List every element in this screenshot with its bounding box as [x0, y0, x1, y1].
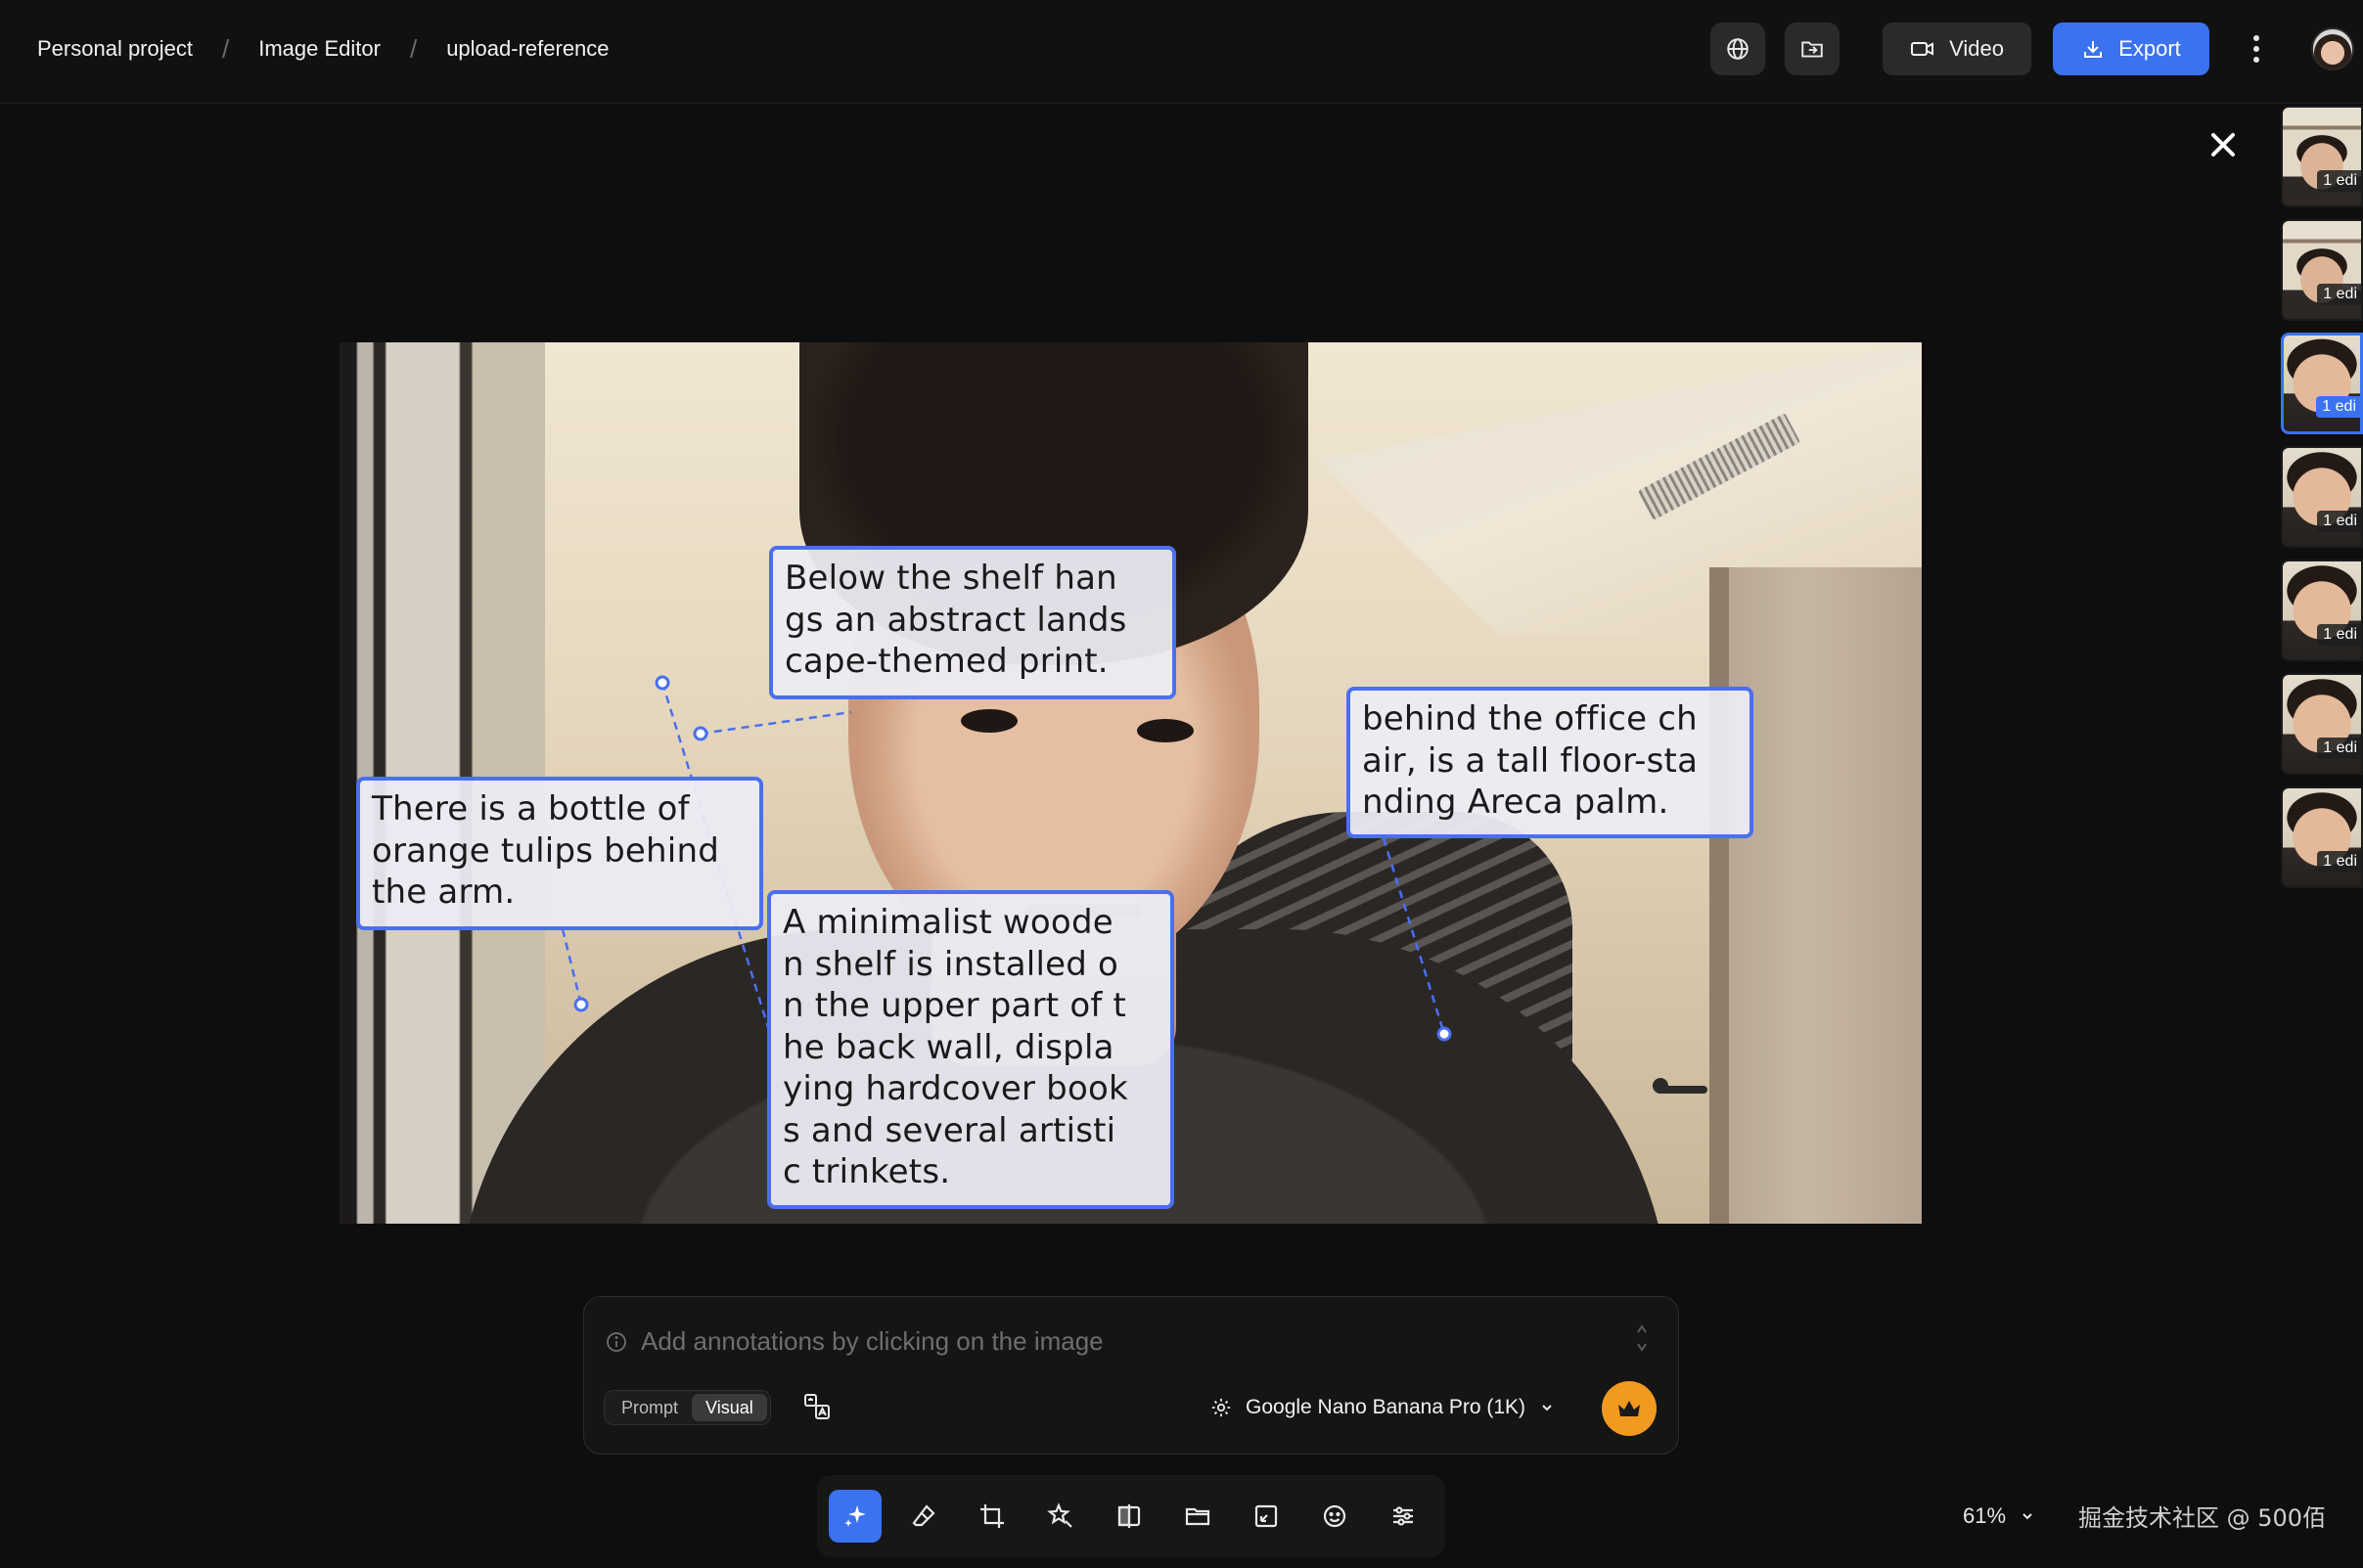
compare-icon: [1117, 1504, 1141, 1528]
tool-ai-annotate[interactable]: [829, 1490, 882, 1543]
history-thumbnail[interactable]: 1 edi: [2281, 446, 2363, 548]
tool-compare[interactable]: [1103, 1490, 1156, 1543]
tool-adjustments[interactable]: [1377, 1490, 1430, 1543]
video-button-label: Video: [1949, 36, 2004, 61]
crown-icon: [1618, 1401, 1640, 1416]
photo-person-mouth: [1024, 905, 1142, 918]
globe-icon: [1727, 38, 1749, 60]
breadcrumb-upload-reference[interactable]: upload-reference: [446, 36, 609, 62]
history-thumbnail[interactable]: 1 edi: [2281, 333, 2363, 434]
export-button-label: Export: [2118, 36, 2181, 61]
photo-door-frame: [1709, 567, 1729, 1224]
model-selector[interactable]: Google Nano Banana Pro (1K): [1210, 1391, 1555, 1424]
thumbnail-edit-count: 1 edi: [2317, 851, 2361, 873]
history-thumbnail[interactable]: 1 edi: [2281, 786, 2363, 888]
language-button[interactable]: [1710, 22, 1765, 75]
video-button[interactable]: Video: [1883, 22, 2031, 75]
thumbnail-edit-count: 1 edi: [2317, 624, 2361, 646]
translate-icon[interactable]: [801, 1391, 833, 1422]
dot-icon: [2253, 57, 2259, 63]
photo-person-eye: [1137, 719, 1194, 742]
image-editor-app: Personal project / Image Editor / upload…: [0, 0, 2363, 1568]
history-thumbnail[interactable]: 1 edi: [2281, 560, 2363, 661]
model-name: Google Nano Banana Pro (1K): [1246, 1396, 1526, 1418]
close-icon: [2211, 133, 2235, 157]
tool-magic-edit[interactable]: [1034, 1490, 1087, 1543]
export-button[interactable]: Export: [2053, 22, 2209, 75]
info-icon: [607, 1331, 626, 1352]
close-button[interactable]: [2204, 125, 2243, 164]
user-avatar[interactable]: [2311, 27, 2354, 70]
photo-window: [340, 342, 545, 1224]
thumbnail-edit-count: 1 edi: [2317, 170, 2361, 192]
sliders-icon: [1393, 1506, 1413, 1526]
breadcrumb: Personal project / Image Editor / upload…: [37, 0, 610, 98]
photo-door-handle: [1659, 1086, 1707, 1094]
chevron-down-icon: [2022, 1513, 2032, 1520]
zoom-control[interactable]: 61%: [1963, 1501, 2035, 1531]
folder-icon: [1185, 1507, 1210, 1526]
mode-prompt-tab[interactable]: Prompt: [608, 1394, 692, 1421]
history-thumbnail[interactable]: 1 edi: [2281, 673, 2363, 775]
folder-import-icon: [1801, 41, 1823, 58]
image-canvas[interactable]: [340, 342, 1922, 1224]
resize-icon: [1254, 1504, 1278, 1528]
breadcrumb-separator: /: [221, 33, 230, 64]
tool-face[interactable]: [1308, 1490, 1361, 1543]
zoom-level: 61%: [1963, 1503, 2007, 1528]
top-header: Personal project / Image Editor / upload…: [0, 0, 2363, 104]
tool-bar: [817, 1475, 1445, 1557]
history-thumbnail[interactable]: 1 edi: [2281, 219, 2363, 321]
dot-icon: [2253, 46, 2259, 52]
prompt-input[interactable]: Add annotations by clicking on the image: [606, 1326, 1104, 1357]
breadcrumb-image-editor[interactable]: Image Editor: [258, 36, 381, 62]
prompt-placeholder: Add annotations by clicking on the image: [641, 1326, 1104, 1356]
tool-resize[interactable]: [1240, 1490, 1293, 1543]
gear-icon: [1211, 1398, 1231, 1417]
breadcrumb-separator: /: [409, 33, 418, 64]
watermark: 掘金技术社区 @ 500佰: [2078, 1504, 2327, 1532]
breadcrumb-personal-project[interactable]: Personal project: [37, 36, 193, 62]
thumbnail-edit-count: 1 edi: [2317, 284, 2361, 305]
mode-visual-tab[interactable]: Visual: [692, 1394, 767, 1421]
history-thumbnail[interactable]: 1 edi: [2281, 106, 2363, 207]
eraser-icon: [912, 1504, 935, 1527]
photo-person-hair: [799, 342, 1308, 665]
video-camera-icon: [1911, 42, 1934, 56]
expand-arrows-icon[interactable]: [1635, 1321, 1649, 1356]
tool-open-folder[interactable]: [1171, 1490, 1224, 1543]
import-button[interactable]: [1785, 22, 1840, 75]
prompt-panel: Add annotations by clicking on the image…: [583, 1296, 1679, 1455]
mode-toggle: Prompt Visual: [604, 1390, 771, 1425]
photo-door: [1729, 567, 1922, 1224]
generate-button[interactable]: [1602, 1381, 1657, 1436]
tool-eraser[interactable]: [897, 1490, 950, 1543]
more-options-button[interactable]: [2239, 27, 2274, 70]
face-icon: [1323, 1504, 1346, 1528]
chevron-down-icon: [1542, 1405, 1552, 1411]
dot-icon: [2253, 35, 2259, 41]
magic-star-icon: [1047, 1502, 1072, 1528]
tool-crop[interactable]: [966, 1490, 1019, 1543]
crop-icon: [980, 1504, 1004, 1528]
sparkle-icon: [844, 1505, 866, 1527]
download-icon: [2084, 41, 2103, 58]
photo-person-eye: [961, 709, 1018, 733]
thumbnail-edit-count: 1 edi: [2317, 511, 2361, 532]
thumbnail-edit-count: 1 edi: [2316, 396, 2360, 418]
thumbnail-edit-count: 1 edi: [2317, 738, 2361, 759]
